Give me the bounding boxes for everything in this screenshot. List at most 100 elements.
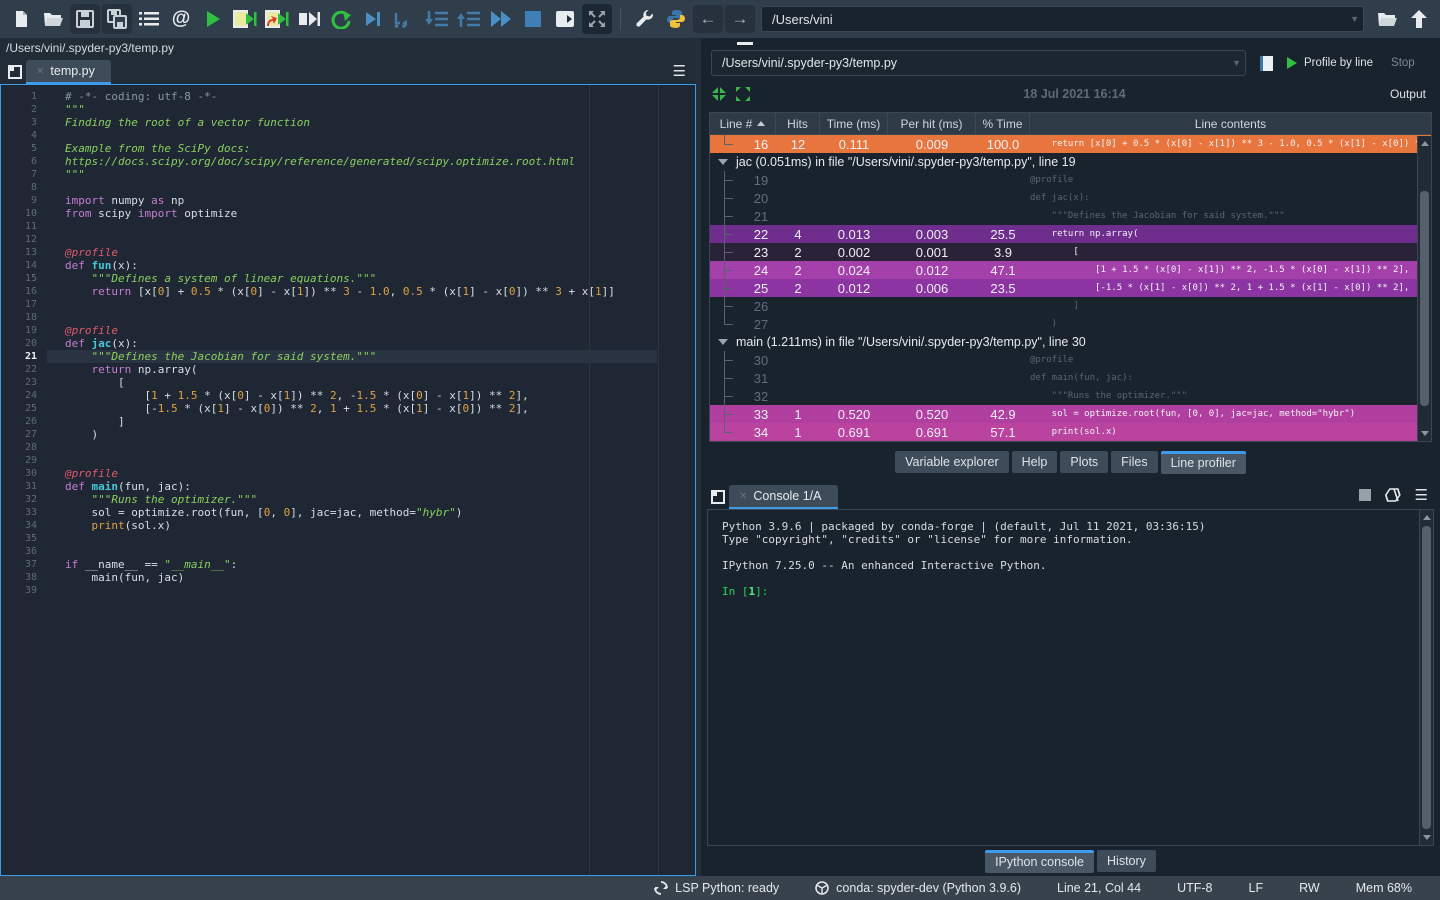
working-directory-input[interactable]: /Users/vini ▼ (761, 6, 1364, 32)
code-line[interactable]: 32 """Runs the optimizer.""" (1, 493, 695, 506)
new-file-icon[interactable] (6, 4, 36, 34)
debug-stop-icon[interactable] (518, 4, 548, 34)
file-switcher-icon[interactable] (134, 4, 164, 34)
step-out-icon[interactable] (454, 4, 484, 34)
code-line[interactable]: 22 return np.array( (1, 363, 695, 376)
status-rw[interactable]: RW (1299, 881, 1320, 895)
line-number[interactable]: 18 (1, 311, 47, 324)
line-number[interactable]: 21 (1, 350, 47, 363)
line-number[interactable]: 23 (1, 376, 47, 389)
code-line[interactable]: 36 (1, 545, 695, 558)
tab-variable-explorer[interactable]: Variable explorer (895, 451, 1009, 473)
code-line[interactable]: 12 (1, 233, 695, 246)
line-number[interactable]: 8 (1, 181, 47, 194)
status-utf-8[interactable]: UTF-8 (1177, 881, 1212, 895)
console-options-menu-icon[interactable]: ☰ (1415, 486, 1428, 504)
profiler-table-header[interactable]: Line # Hits Time (ms) Per hit (ms) % Tim… (710, 113, 1431, 135)
line-number[interactable]: 2 (1, 103, 47, 116)
code-line[interactable]: 26 ] (1, 415, 695, 428)
profiler-table-row[interactable]: 19@profile (710, 171, 1431, 189)
run-cell-icon[interactable] (230, 4, 260, 34)
scroll-up-icon[interactable] (1423, 515, 1431, 520)
browse-tabs-icon[interactable] (4, 61, 26, 83)
expand-all-icon[interactable] (735, 86, 751, 102)
line-number[interactable]: 33 (1, 506, 47, 519)
line-number[interactable]: 38 (1, 571, 47, 584)
scrollbar-thumb[interactable] (1420, 191, 1429, 406)
code-line[interactable]: 1# -*- coding: utf-8 -*- (1, 90, 695, 103)
preferences-wrench-icon[interactable] (629, 4, 659, 34)
line-number[interactable]: 36 (1, 545, 47, 558)
line-number[interactable]: 14 (1, 259, 47, 272)
code-editor[interactable]: 1# -*- coding: utf-8 -*-2"""3Finding the… (0, 84, 696, 876)
collapse-all-icon[interactable] (711, 86, 727, 102)
console-scrollbar[interactable] (1419, 510, 1433, 845)
line-number[interactable]: 34 (1, 519, 47, 532)
profiler-table-row[interactable]: 31def main(fun, jac): (710, 369, 1431, 387)
code-line[interactable]: 6https://docs.scipy.org/doc/scipy/refere… (1, 155, 695, 168)
line-number[interactable]: 9 (1, 194, 47, 207)
line-number[interactable]: 17 (1, 298, 47, 311)
code-line[interactable]: 23 [ (1, 376, 695, 389)
open-file-icon[interactable] (38, 4, 68, 34)
tab-plots[interactable]: Plots (1060, 451, 1108, 473)
run-file-icon[interactable] (198, 4, 228, 34)
scroll-down-icon[interactable] (1423, 835, 1431, 840)
code-line[interactable]: 16 return [x[0] + 0.5 * (x[0] - x[1]) **… (1, 285, 695, 298)
profiler-table-row[interactable]: 2240.0130.00325.5 return np.array( (710, 225, 1431, 243)
tab-files[interactable]: Files (1111, 451, 1157, 473)
line-number[interactable]: 16 (1, 285, 47, 298)
profile-by-line-button[interactable]: Profile by line (1286, 57, 1373, 69)
code-line[interactable]: 38 main(fun, jac) (1, 571, 695, 584)
line-number[interactable]: 32 (1, 493, 47, 506)
profiler-table-row[interactable]: 30@profile (710, 351, 1431, 369)
rerun-cell-icon[interactable] (326, 4, 356, 34)
symbol-finder-icon[interactable]: @ (166, 4, 196, 34)
open-dir-icon[interactable] (1372, 4, 1402, 34)
code-line[interactable]: 39 (1, 584, 695, 597)
code-line[interactable]: 31def main(fun, jac): (1, 480, 695, 493)
line-number[interactable]: 1 (1, 90, 47, 103)
line-number[interactable]: 25 (1, 402, 47, 415)
code-line[interactable]: 3Finding the root of a vector function (1, 116, 695, 129)
line-number[interactable]: 11 (1, 220, 47, 233)
code-line[interactable]: 28 (1, 441, 695, 454)
line-number[interactable]: 29 (1, 454, 47, 467)
profiler-table-row[interactable]: 2520.0120.00623.5 [-1.5 * (x[1] - x[0]) … (710, 279, 1431, 297)
run-selection-icon[interactable] (294, 4, 324, 34)
code-line[interactable]: 5Example from the SciPy docs: (1, 142, 695, 155)
line-number[interactable]: 15 (1, 272, 47, 285)
code-line[interactable]: 30@profile (1, 467, 695, 480)
line-number[interactable]: 3 (1, 116, 47, 129)
step-over-icon[interactable] (390, 4, 420, 34)
debug-continue-icon[interactable] (486, 4, 516, 34)
line-number[interactable]: 13 (1, 246, 47, 259)
code-line[interactable]: 13@profile (1, 246, 695, 259)
line-number[interactable]: 35 (1, 532, 47, 545)
code-line[interactable]: 34 print(sol.x) (1, 519, 695, 532)
tab-help[interactable]: Help (1012, 451, 1058, 473)
tab-temp-py[interactable]: ✕ temp.py (26, 60, 111, 84)
clear-console-icon[interactable] (1385, 488, 1401, 502)
code-line[interactable]: 19@profile (1, 324, 695, 337)
code-line[interactable]: 20def jac(x): (1, 337, 695, 350)
code-line[interactable]: 10from scipy import optimize (1, 207, 695, 220)
line-number[interactable]: 39 (1, 584, 47, 597)
tab-ipython-console[interactable]: IPython console (985, 850, 1094, 873)
close-icon[interactable]: ✕ (36, 66, 44, 77)
line-number[interactable]: 19 (1, 324, 47, 337)
tab-console-1a[interactable]: ✕ Console 1/A (729, 485, 838, 509)
line-number[interactable]: 10 (1, 207, 47, 220)
profiler-scrollbar[interactable] (1417, 136, 1431, 441)
code-line[interactable]: 15 """Defines a system of linear equatio… (1, 272, 695, 285)
maximize-pane-icon[interactable] (550, 4, 580, 34)
interrupt-kernel-icon[interactable] (1359, 489, 1371, 501)
profiler-table-row[interactable]: 27 ) (710, 315, 1431, 333)
line-number[interactable]: 20 (1, 337, 47, 350)
scrollbar-thumb[interactable] (1422, 526, 1431, 829)
code-line[interactable]: 14def fun(x): (1, 259, 695, 272)
profiler-file-combo[interactable]: /Users/vini/.spyder-py3/temp.py ▼ (711, 50, 1246, 76)
profiler-doc-icon[interactable] (1254, 48, 1278, 78)
line-number[interactable]: 5 (1, 142, 47, 155)
tab-line-profiler[interactable]: Line profiler (1161, 451, 1246, 474)
